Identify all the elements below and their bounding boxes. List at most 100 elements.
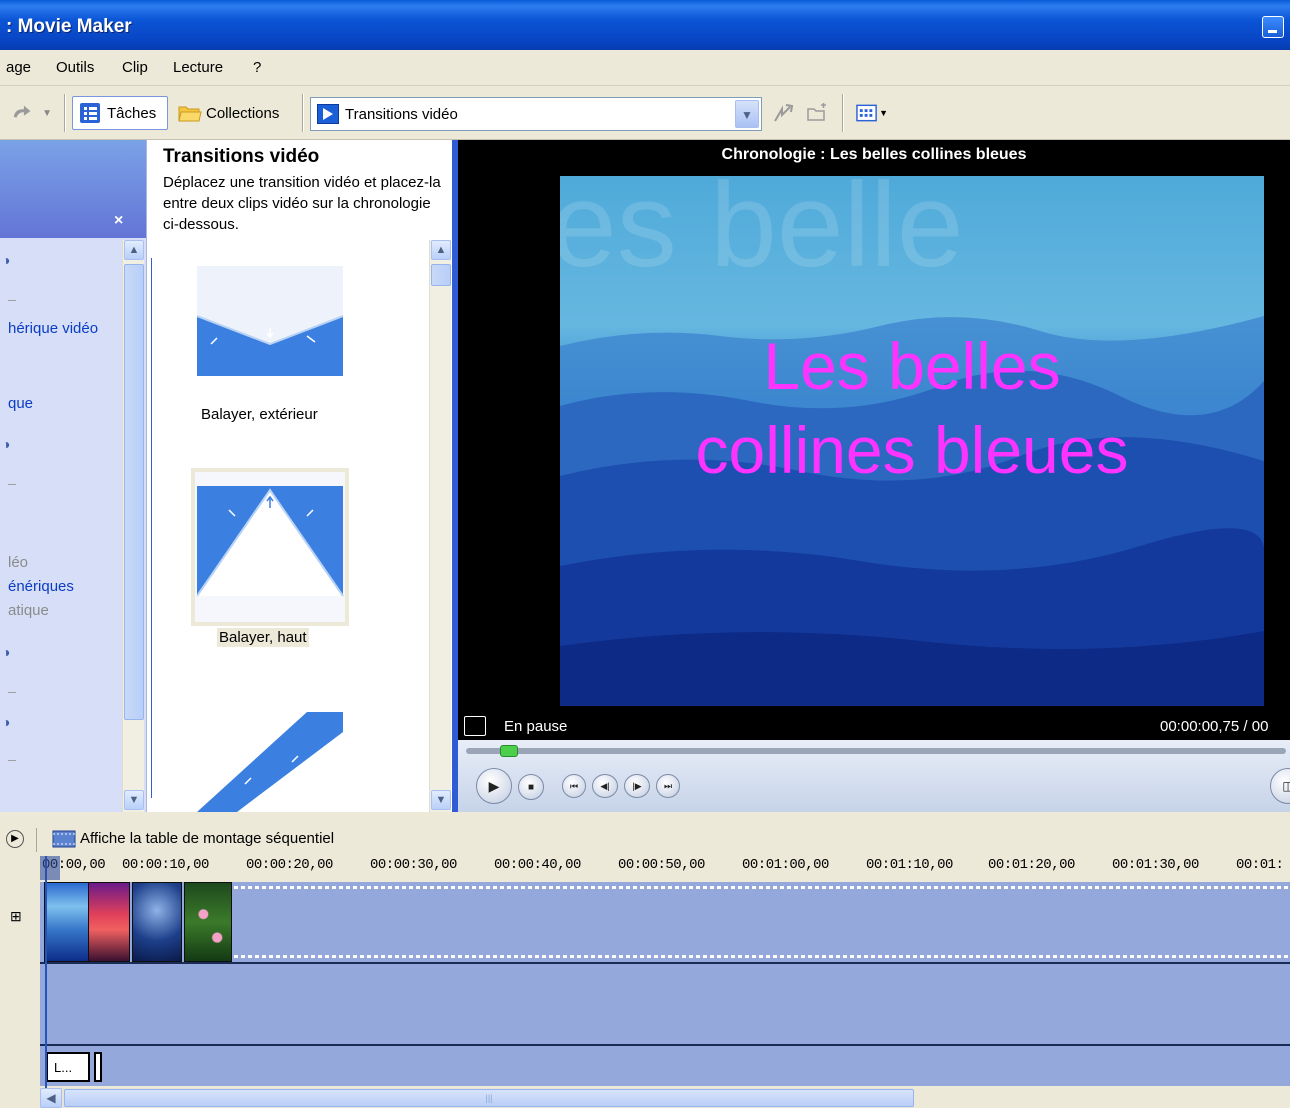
step-forward-icon: |▶	[632, 780, 642, 791]
views-button[interactable]: ▼	[850, 96, 894, 130]
audio-track	[40, 964, 1290, 1046]
redo-icon	[13, 105, 31, 118]
time-display: 00:00:00,75 / 00	[1160, 718, 1269, 735]
collection-pane: Transitions vidéo Déplacez une transitio…	[146, 140, 452, 812]
menu-item-lecture[interactable]: Lecture	[173, 59, 223, 76]
minimize-button[interactable]	[1262, 16, 1284, 38]
skip-forward-icon: ⏭	[663, 780, 673, 791]
title-clip-label: L...	[54, 1060, 73, 1075]
transition-tile-selected[interactable]	[191, 468, 349, 626]
transition-collection-icon	[317, 104, 339, 124]
collapse-icon[interactable]: ◑	[2, 436, 18, 452]
pane-description: Déplacez une transition vidéo et placez-…	[163, 174, 441, 233]
seek-bar[interactable]	[466, 745, 1286, 757]
frame-back-button[interactable]: ◀|	[592, 774, 618, 798]
fullscreen-icon[interactable]	[464, 716, 486, 736]
divider	[8, 692, 16, 693]
frame-forward-button[interactable]: |▶	[624, 774, 650, 798]
menu-item-clip[interactable]: Clip	[122, 59, 148, 76]
collections-button[interactable]: Collections	[172, 96, 298, 130]
wipe-up-transition-icon	[197, 486, 344, 597]
task-link[interactable]: que	[8, 395, 33, 412]
next-button[interactable]: ⏭	[656, 774, 680, 798]
menu-item-outils[interactable]: Outils	[56, 59, 94, 76]
ruler-tick: 00:00:10,00	[122, 857, 209, 873]
split-button[interactable]: ◫	[1270, 768, 1290, 804]
thumbnails-view-icon	[856, 104, 877, 122]
split-icon: ◫	[1282, 779, 1290, 793]
video-clip[interactable]	[132, 882, 182, 962]
ruler-tick: 00:01:30,00	[1112, 857, 1199, 873]
menu-item-affichage[interactable]: age	[6, 59, 31, 76]
tasks-label: Tâches	[107, 104, 157, 122]
title-overlay-track: L...	[40, 1048, 1290, 1086]
task-pane-header: ×	[0, 140, 146, 238]
scroll-up-button[interactable]: ▲	[124, 240, 144, 260]
close-icon[interactable]: ×	[114, 212, 123, 230]
video-clip[interactable]	[184, 882, 232, 962]
scroll-thumb[interactable]	[124, 264, 144, 720]
preview-monitor: Chronologie : Les belles collines bleues…	[458, 140, 1290, 812]
menu-item-help[interactable]: ?	[253, 59, 261, 76]
show-storyboard-toggle[interactable]: Affiche la table de montage séquentiel	[80, 830, 334, 847]
divider	[8, 300, 16, 301]
dropdown-arrow-icon[interactable]: ▼	[735, 100, 759, 128]
collection-select[interactable]: Transitions vidéo ▼	[310, 97, 762, 131]
task-link[interactable]: énériques	[8, 578, 74, 595]
task-link-disabled: atique	[8, 602, 49, 619]
video-clip[interactable]	[44, 882, 90, 962]
new-folder-button[interactable]	[800, 96, 834, 130]
task-pane-scrollbar[interactable]: ▲ ▼	[122, 240, 144, 812]
collections-label: Collections	[206, 104, 280, 122]
scroll-left-button[interactable]: ◀	[40, 1088, 62, 1108]
transition-tile[interactable]	[196, 266, 344, 376]
seek-handle[interactable]	[500, 745, 518, 757]
wipe-out-transition-icon	[196, 266, 344, 376]
skip-back-icon: ⏮	[569, 780, 579, 791]
toolbar-separator	[842, 94, 844, 132]
chevron-down-icon: ▼	[879, 108, 888, 118]
playhead-handle[interactable]	[40, 856, 60, 880]
title-clip[interactable]: L...	[46, 1052, 90, 1082]
up-level-button[interactable]	[766, 96, 800, 130]
timeline-menu-icon[interactable]: ▶	[6, 830, 24, 848]
task-link[interactable]: hérique vidéo	[8, 320, 98, 337]
scroll-down-button[interactable]: ▼	[124, 790, 144, 810]
scroll-thumb[interactable]	[431, 264, 451, 286]
menu-bar: age Outils Clip Lecture ?	[0, 50, 1290, 86]
transition-tile[interactable]	[197, 712, 343, 812]
playhead[interactable]	[45, 856, 47, 1102]
storyboard-icon	[52, 830, 76, 848]
scroll-up-button[interactable]: ▲	[431, 240, 451, 260]
play-icon: ▶	[488, 777, 500, 794]
timeline-toolbar: ▶ Affiche la table de montage séquentiel	[0, 822, 1290, 856]
stop-button[interactable]: ■	[518, 774, 544, 800]
track-drop-zone	[234, 955, 1290, 958]
title-clip[interactable]	[94, 1052, 102, 1082]
expand-track-icon[interactable]: ⊞	[10, 908, 22, 925]
new-folder-icon	[807, 103, 826, 121]
collection-scrollbar[interactable]: ▲ ▼	[429, 240, 451, 812]
divider	[8, 484, 16, 485]
ruler-tick: 00:00:30,00	[370, 857, 457, 873]
collapse-icon[interactable]: ◑	[2, 644, 18, 660]
diagonal-wipe-transition-icon	[197, 712, 343, 812]
collapse-icon[interactable]: ◑	[2, 252, 18, 268]
play-button[interactable]: ▶	[476, 768, 512, 804]
ruler-tick: 00:01:10,00	[866, 857, 953, 873]
toolbar-separator	[64, 94, 66, 132]
preview-title-line2: collines bleues	[695, 413, 1129, 487]
tasks-button[interactable]: Tâches	[72, 96, 168, 130]
redo-button[interactable]: ▼	[4, 96, 58, 130]
previous-button[interactable]: ⏮	[562, 774, 586, 798]
toolbar-separator	[302, 94, 304, 132]
scroll-down-button[interactable]: ▼	[431, 790, 451, 810]
video-clip[interactable]	[88, 882, 130, 962]
collapse-icon[interactable]: ◑	[2, 714, 18, 730]
timeline-tracks: L...	[40, 882, 1290, 1086]
monitor-header: Chronologie : Les belles collines bleues	[721, 146, 1027, 163]
playback-status: En pause	[504, 718, 568, 735]
timeline-scrollbar[interactable]: ◀ |||	[40, 1088, 914, 1108]
scroll-thumb[interactable]: |||	[64, 1089, 914, 1107]
preview-screen: es belle Les belles collines bleues	[560, 176, 1264, 706]
